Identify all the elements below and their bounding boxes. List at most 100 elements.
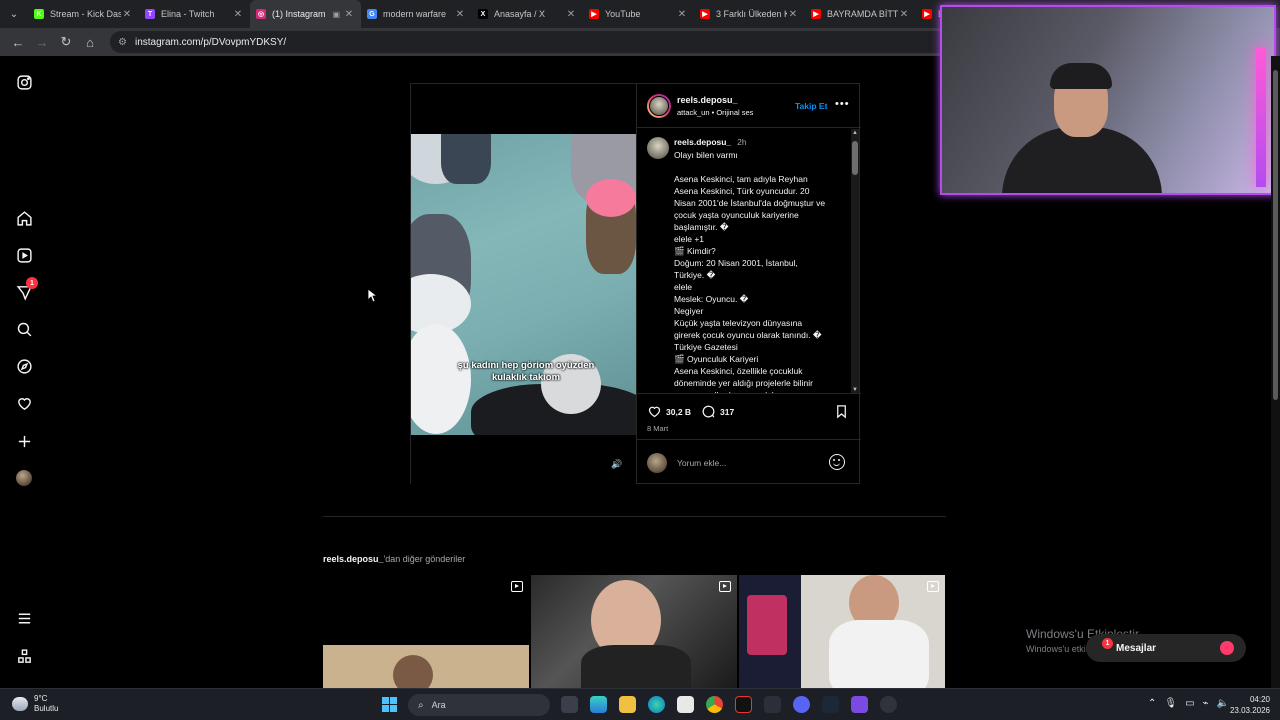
comment-input[interactable] [677,454,817,472]
steam-icon[interactable] [822,696,839,713]
tab-close-icon[interactable]: ✕ [676,9,688,20]
more-post-thumbnail[interactable] [323,575,529,688]
page-scrollbar[interactable] [1271,56,1280,688]
more-posts-username[interactable]: reels.deposu_ [323,554,384,564]
menu-hamburger-icon[interactable] [14,608,34,628]
video-caption-text: şu kadını hep göriom oyüzden kulaklık ta… [457,360,595,383]
scroll-up-icon[interactable]: ▲ [851,129,859,137]
app-icon[interactable] [880,696,897,713]
tab-label: Stream - Kick Dashboard [50,9,121,19]
display-icon[interactable]: ▭ [1185,698,1194,709]
caption-line: Meslek: Oyuncu. � [674,294,749,304]
messages-button[interactable]: 1 Mesajlar [1086,634,1246,662]
home-nav-icon[interactable] [14,208,34,228]
comment-button[interactable]: 317 [701,404,734,419]
tab-close-icon[interactable]: ✕ [454,9,466,20]
forward-arrow-icon[interactable]: → [30,30,54,54]
post-header: reels.deposu_ attack_un • Orijinal ses T… [637,84,861,128]
browser-tab[interactable]: ▶ YouTube ✕ [583,0,694,28]
explore-compass-icon[interactable] [14,356,34,376]
browser-tab[interactable]: T Elina - Twitch ✕ [139,0,250,28]
tab-search-icon[interactable]: ⌄ [0,0,28,28]
back-arrow-icon[interactable]: ← [6,30,30,54]
edge-browser-icon[interactable] [648,696,665,713]
audio-label[interactable]: attack_un • Orijinal ses [677,108,753,117]
scroll-thumb[interactable] [852,141,858,175]
widget-app-icon[interactable] [590,696,607,713]
tab-close-icon[interactable]: ✕ [565,9,577,20]
caption-line: Olayı bilen varmı [674,150,738,160]
taskbar: 9°C Bulutlu ⌕ Ara ⌃ 🎙 ▭ ⌁ 🔈 04:20 23.03.… [0,688,1280,720]
file-explorer-icon[interactable] [619,696,636,713]
browser-tab[interactable]: ◎ (1) Instagram ▣ ✕ [250,0,361,28]
profile-avatar[interactable] [14,468,34,488]
browser-tab[interactable]: X Anasayfa / X ✕ [472,0,583,28]
caption-username-text[interactable]: reels.deposu_ [674,137,731,147]
taskbar-clock[interactable]: 04:20 23.03.2026 [1226,694,1270,716]
caption-time: 2h [737,137,747,147]
tab-media-icon[interactable]: ▣ [332,10,340,19]
site-info-icon[interactable]: ⚙ [118,37,127,48]
microphone-icon[interactable]: 🎙 [1164,698,1177,709]
follow-button[interactable]: Takip Et [795,101,827,111]
emoji-icon[interactable] [829,454,845,470]
discord-icon[interactable] [793,696,810,713]
post-details: reels.deposu_ attack_un • Orijinal ses T… [636,84,861,484]
browser-tab[interactable]: K Stream - Kick Dashboard✕ [28,0,139,28]
tab-close-icon[interactable]: ✕ [787,9,799,20]
windows-start-icon[interactable] [382,697,397,712]
game-launcher-icon[interactable] [851,696,868,713]
search-nav-icon[interactable] [14,319,34,339]
url-text: instagram.com/p/DVovpmYDKSY/ [134,36,287,48]
home-icon[interactable]: ⌂ [78,30,102,54]
tab-close-icon[interactable]: ✕ [343,9,355,20]
tab-label: (1) Instagram [272,9,326,19]
tray-chevron-icon[interactable]: ⌃ [1148,698,1156,709]
store-icon[interactable] [677,696,694,713]
caption-avatar[interactable] [647,137,669,159]
tab-close-icon[interactable]: ✕ [121,9,133,20]
tab-close-icon[interactable]: ✕ [232,9,244,20]
webcam-overlay [940,5,1276,195]
post-video[interactable]: şu kadını hep göriom oyüzden kulaklık ta… [411,84,636,484]
reels-nav-icon[interactable] [14,245,34,265]
obs-app-icon[interactable] [735,696,752,713]
video-frame[interactable]: şu kadını hep göriom oyüzden kulaklık ta… [411,134,636,435]
volume-icon[interactable]: 🔊 [611,459,622,470]
settings-gear-icon[interactable] [764,696,781,713]
author-username[interactable]: reels.deposu_ [677,95,738,105]
weather-widget[interactable]: 9°C Bulutlu [12,694,58,714]
heart-icon [648,406,661,418]
like-button[interactable]: 30,2 B [647,404,691,419]
instagram-logo-icon[interactable] [14,72,34,92]
scroll-down-icon[interactable]: ▼ [851,386,859,393]
caption-line: başlamıştır. � [674,222,729,232]
save-button[interactable] [834,404,853,419]
caption-scroll-area[interactable]: reels.deposu_ 2h Olayı bilen varmı Asena K… [637,129,861,394]
more-apps-icon[interactable] [14,646,34,666]
address-bar[interactable]: ⚙ instagram.com/p/DVovpmYDKSY/ [110,31,970,53]
caption-line: Doğum: 20 Nisan 2001, İstanbul, [674,258,798,268]
author-avatar[interactable] [647,94,671,118]
tab-list: KStream - Kick Dashboard✕TElina - Twitch… [28,0,1027,28]
browser-tab[interactable]: Gmodern warfare ✕ [361,0,472,28]
more-post-thumbnail[interactable] [739,575,945,688]
chrome-browser-icon[interactable] [706,696,723,713]
taskbar-search[interactable]: ⌕ Ara [408,694,550,716]
task-view-icon[interactable] [561,696,578,713]
tab-close-icon[interactable]: ✕ [898,9,910,20]
notifications-heart-icon[interactable] [14,393,34,413]
caption-username[interactable]: reels.deposu_ 2h [674,137,747,147]
caption-line: döneminde yer aldığı projelerle bilinir [674,378,813,388]
more-post-thumbnail[interactable] [531,575,737,688]
reel-icon [927,581,939,592]
network-icon[interactable]: ⌁ [1203,698,1209,709]
caption-line: Asena Keskinci, özellikle çocukluk [674,366,803,376]
caption-scrollbar[interactable]: ▲ ▼ [851,129,859,393]
browser-tab[interactable]: ▶ BAYRAMDA BİTTİ ✕ [805,0,916,28]
browser-tab[interactable]: ▶ 3 Farklı Ülkeden K ✕ [694,0,805,28]
direct-messages-nav-icon[interactable]: 1 [14,277,38,302]
more-options-icon[interactable]: ••• [835,98,850,110]
create-plus-icon[interactable] [14,431,34,451]
reload-icon[interactable]: ↻ [54,30,78,54]
